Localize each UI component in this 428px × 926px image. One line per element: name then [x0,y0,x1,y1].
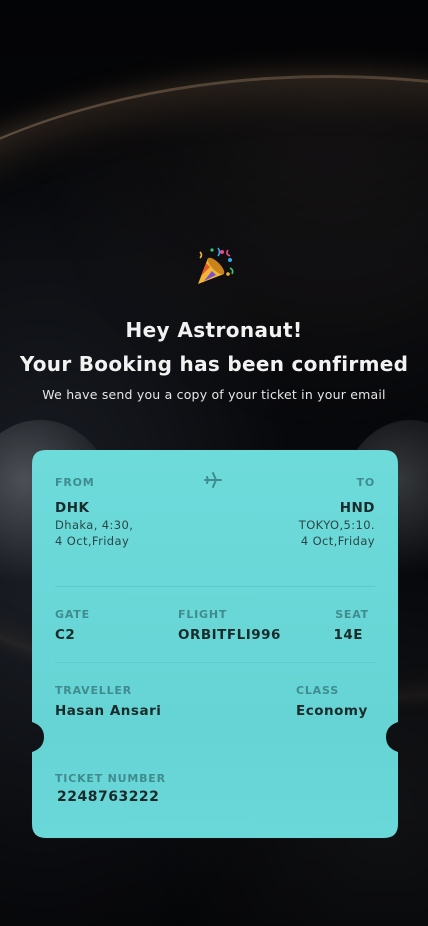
flight-label: FLIGHT [178,608,228,621]
gate-label: GATE [55,608,90,621]
flight-value: ORBITFLI996 [178,627,281,643]
gate-value: C2 [55,627,76,643]
divider [55,662,375,663]
confirmation-heading: Your Booking has been confirmed [19,352,409,376]
traveller-name: Hasan Ansari [55,703,162,719]
class-value: Economy [296,703,368,719]
origin-code: DHK [55,500,90,516]
boarding-ticket: FROM TO DHK HND Dhaka, 4:30, 4 Oct,Frida… [32,450,398,838]
from-label: FROM [55,476,95,489]
destination-city-time: TOKYO,5:10. [298,518,375,532]
ticket-number: 2248763222 [57,789,160,805]
destination-code: HND [339,500,375,516]
airplane-icon [204,472,222,492]
seat-value: 14E [333,627,363,643]
class-label: CLASS [296,684,339,697]
traveller-label: TRAVELLER [55,684,132,697]
greeting-heading: Hey Astronaut! [125,318,303,342]
origin-city-time: Dhaka, 4:30, [55,518,134,532]
email-notice: We have send you a copy of your ticket i… [42,387,386,402]
origin-date: 4 Oct,Friday [55,534,130,548]
party-popper-icon [0,244,428,292]
destination-date: 4 Oct,Friday [300,534,375,548]
to-label: TO [356,476,375,489]
ticket-number-label: TICKET NUMBER [55,772,166,785]
seat-label: SEAT [335,608,369,621]
divider [55,586,375,587]
